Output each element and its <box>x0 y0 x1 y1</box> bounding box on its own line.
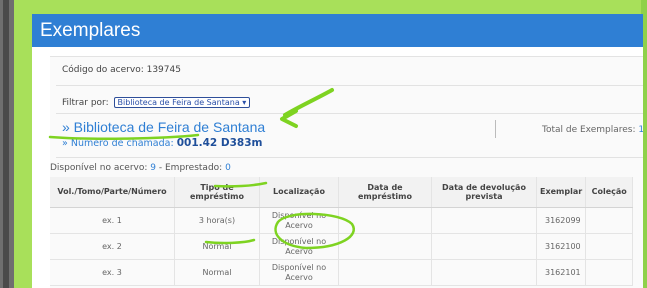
availability-status: Disponível no acervo: 9 - Emprestado: 0 <box>50 163 231 173</box>
cell-data-emprestimo <box>338 233 432 260</box>
cell-tipo: 3 hora(s) <box>174 207 260 234</box>
library-title: » Biblioteca de Feira de Santana <box>62 119 266 135</box>
borrowed-count: 0 <box>225 163 231 173</box>
cell-localizacao: Disponível no Acervo <box>259 207 339 234</box>
separator <box>495 120 496 138</box>
table-row[interactable]: ex. 2 Normal Disponível no Acervo 316210… <box>50 233 634 260</box>
cell-data-emprestimo <box>338 259 432 286</box>
cell-data-devolucao <box>431 233 537 260</box>
available-count: 9 <box>150 163 157 173</box>
total-value: 10 <box>638 125 643 135</box>
col-exemplar: Exemplar <box>536 177 587 208</box>
call-number: » Número de chamada: 001.42 D383m <box>62 137 262 149</box>
divider <box>56 113 643 114</box>
col-colecao: Coleção <box>585 177 634 208</box>
panel-title: Exemplares <box>32 14 643 47</box>
table-row[interactable]: ex. 3 Normal Disponível no Acervo 316210… <box>50 259 634 286</box>
left-window-strip <box>3 0 9 288</box>
cell-colecao <box>585 207 634 234</box>
cell-volume: ex. 2 <box>50 233 175 260</box>
left-window-edge <box>0 0 14 288</box>
cell-exemplar: 3162100 <box>536 233 587 260</box>
cell-data-devolucao <box>431 259 537 286</box>
cell-tipo: Normal <box>174 233 260 260</box>
divider <box>56 85 643 86</box>
table-header-row: Vol./Tomo/Parte/Número Tipo de empréstim… <box>50 177 634 208</box>
table-row[interactable]: ex. 1 3 hora(s) Disponível no Acervo 316… <box>50 207 634 234</box>
codigo-acervo: Código do acervo: 139745 <box>62 65 181 75</box>
panel-content: Código do acervo: 139745 Filtrar por: Bi… <box>50 56 643 288</box>
filter-row: Filtrar por: Biblioteca de Feira de Sant… <box>62 97 251 108</box>
total-exemplares: Total de Exemplares: 10 <box>542 125 643 135</box>
exemplares-table: Vol./Tomo/Parte/Número Tipo de empréstim… <box>50 177 634 286</box>
cell-localizacao: Disponível no Acervo <box>259 233 339 260</box>
divider <box>56 157 643 158</box>
call-number-label: » Número de chamada: <box>62 138 174 149</box>
cell-colecao <box>585 233 634 260</box>
col-data-devolucao: Data de devolução prevista <box>431 177 537 208</box>
borrowed-label: - Emprestado: <box>158 163 223 173</box>
filter-label: Filtrar por: <box>62 98 109 108</box>
cell-data-devolucao <box>431 207 537 234</box>
total-label: Total de Exemplares: <box>542 125 636 135</box>
cell-tipo: Normal <box>174 259 260 286</box>
available-label: Disponível no acervo: <box>50 163 148 173</box>
call-number-value: 001.42 D383m <box>176 137 263 149</box>
cell-exemplar: 3162099 <box>536 207 587 234</box>
cell-volume: ex. 1 <box>50 207 175 234</box>
cell-exemplar: 3162101 <box>536 259 587 286</box>
filter-selected-value: Biblioteca de Feira de Santana <box>117 98 240 107</box>
cell-data-emprestimo <box>338 207 432 234</box>
col-volume: Vol./Tomo/Parte/Número <box>50 177 175 208</box>
col-tipo: Tipo de empréstimo <box>174 177 260 208</box>
exemplares-panel: Exemplares Código do acervo: 139745 Filt… <box>32 14 643 288</box>
chevron-down-icon: ▾ <box>242 98 247 107</box>
cell-colecao <box>585 259 634 286</box>
col-localizacao: Localização <box>259 177 339 208</box>
cell-volume: ex. 3 <box>50 259 175 286</box>
cell-localizacao: Disponível no Acervo <box>259 259 339 286</box>
library-filter-select[interactable]: Biblioteca de Feira de Santana ▾ <box>113 97 251 108</box>
col-data-emprestimo: Data de empréstimo <box>338 177 432 208</box>
